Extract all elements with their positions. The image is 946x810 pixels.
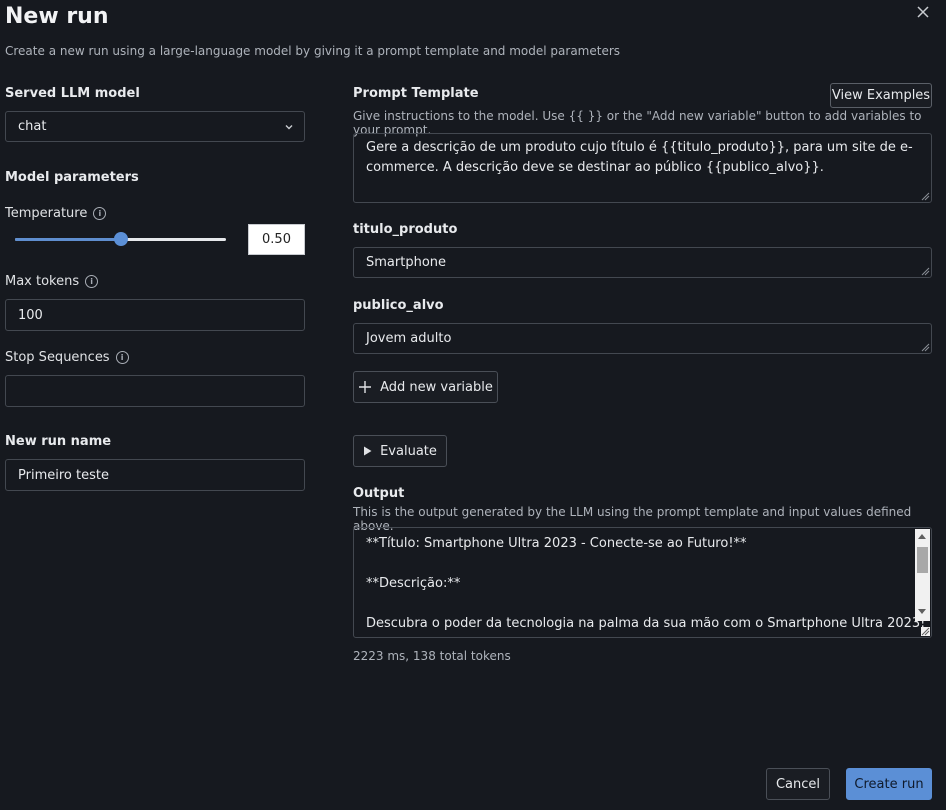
temperature-label: Temperature <box>5 206 88 221</box>
output-label: Output <box>353 486 405 501</box>
temperature-label-row: Temperature i <box>5 206 107 221</box>
cancel-button[interactable]: Cancel <box>766 768 830 800</box>
dialog-title: New run <box>5 4 109 29</box>
stop-sequences-label-row: Stop Sequences i <box>5 350 129 365</box>
resize-grip-icon[interactable] <box>921 627 930 636</box>
temperature-slider[interactable] <box>15 232 226 246</box>
served-model-select[interactable]: chat <box>5 111 305 142</box>
prompt-template-textarea[interactable]: Gere a descrição de um produto cujo títu… <box>353 133 932 203</box>
output-textarea[interactable]: **Título: Smartphone Ultra 2023 - Conect… <box>353 527 932 638</box>
output-stats: 2223 ms, 138 total tokens <box>353 649 511 663</box>
stop-sequences-input[interactable] <box>5 375 305 407</box>
output-line: Descubra o poder da tecnologia na palma … <box>366 616 926 631</box>
plus-icon <box>359 381 372 393</box>
scroll-down-icon[interactable] <box>918 609 926 614</box>
prompt-template-label: Prompt Template <box>353 86 479 101</box>
resize-grip-icon[interactable] <box>921 192 930 201</box>
temperature-input[interactable]: 0.50 <box>248 224 305 255</box>
max-tokens-label-row: Max tokens i <box>5 274 99 289</box>
max-tokens-input[interactable]: 100 <box>5 299 305 331</box>
temperature-slider-thumb[interactable] <box>113 232 128 246</box>
max-tokens-label: Max tokens <box>5 274 80 289</box>
served-model-value: chat <box>18 119 47 134</box>
variable-label: titulo_produto <box>353 222 458 237</box>
close-icon[interactable] <box>914 3 932 21</box>
evaluate-label: Evaluate <box>380 443 437 459</box>
resize-grip-icon[interactable] <box>921 343 930 352</box>
output-line: **Descrição:** <box>366 576 461 591</box>
stop-sequences-label: Stop Sequences <box>5 350 110 365</box>
variable-input[interactable]: Smartphone <box>353 247 932 278</box>
add-variable-button[interactable]: Add new variable <box>353 371 498 403</box>
variable-label: publico_alvo <box>353 298 444 313</box>
run-name-label: New run name <box>5 434 112 449</box>
variable-value: Smartphone <box>366 255 447 270</box>
run-name-input[interactable]: Primeiro teste <box>5 459 305 491</box>
model-params-heading: Model parameters <box>5 170 139 185</box>
variable-value: Jovem adulto <box>366 331 452 346</box>
add-variable-label: Add new variable <box>380 379 493 395</box>
info-icon[interactable]: i <box>85 275 99 288</box>
dialog-subtitle: Create a new run using a large-language … <box>5 44 621 58</box>
evaluate-button[interactable]: Evaluate <box>353 435 447 467</box>
create-run-button[interactable]: Create run <box>846 768 932 800</box>
variable-input[interactable]: Jovem adulto <box>353 323 932 354</box>
info-icon[interactable]: i <box>93 207 107 220</box>
output-line: **Título: Smartphone Ultra 2023 - Conect… <box>366 536 747 551</box>
view-examples-button[interactable]: View Examples <box>830 83 932 108</box>
scroll-up-icon[interactable] <box>918 534 926 539</box>
served-model-label: Served LLM model <box>5 86 140 101</box>
play-icon <box>364 446 372 456</box>
scrollbar-thumb[interactable] <box>917 547 928 573</box>
info-icon[interactable]: i <box>115 351 129 364</box>
temperature-slider-fill <box>15 238 121 241</box>
prompt-template-text: Gere a descrição de um produto cujo títu… <box>366 140 913 175</box>
output-scrollbar[interactable] <box>915 529 930 621</box>
chevron-down-icon <box>284 121 294 136</box>
resize-grip-icon[interactable] <box>921 267 930 276</box>
